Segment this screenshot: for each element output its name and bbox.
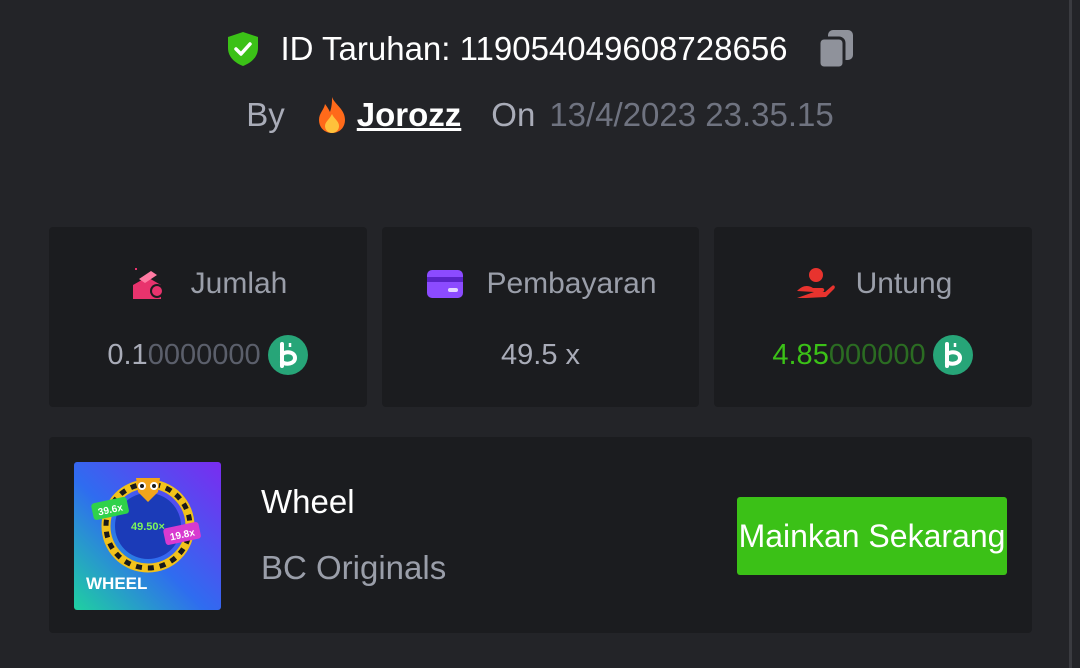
bet-timestamp: 13/4/2023 23.35.15 — [549, 96, 834, 133]
payout-label: Pembayaran — [486, 267, 657, 300]
amount-value-main: 0.1 — [107, 338, 148, 371]
profit-card: Untung 4.85 000000 — [714, 227, 1032, 407]
amount-card: Jumlah 0.1 0000000 — [49, 227, 367, 407]
amount-value: 0.1 0000000 — [49, 335, 367, 375]
verified-shield-icon — [228, 32, 259, 66]
payout-card: Pembayaran 49.5 x — [382, 227, 699, 407]
profit-hand-icon — [796, 268, 835, 298]
username-link[interactable]: Jorozz — [315, 96, 462, 134]
payout-value: 49.5 x — [501, 338, 580, 371]
profit-label: Untung — [855, 267, 953, 300]
payout-header: Pembayaran — [382, 267, 699, 301]
bet-author-row: By Jorozz On 13/4/2023 23.35.15 — [0, 92, 1080, 138]
game-name: Wheel — [261, 483, 355, 520]
profit-value-main: 4.85 — [772, 338, 829, 371]
profit-value-dim: 000000 — [828, 338, 926, 371]
thumb-title: WHEEL — [86, 574, 147, 593]
game-provider: BC Originals — [261, 549, 447, 586]
username-text: Jorozz — [356, 96, 462, 133]
amount-value-dim: 0000000 — [147, 338, 261, 371]
game-card: 49.50× 39.6x 19.8x WHEEL Wheel BC Origin… — [49, 437, 1032, 633]
play-now-button[interactable]: Mainkan Sekarang — [737, 497, 1007, 575]
thumb-center-label: 49.50× — [131, 521, 165, 533]
fire-icon — [318, 97, 345, 133]
by-label: By — [246, 96, 285, 133]
bcd-coin-icon — [932, 335, 973, 375]
wallet-card-icon — [427, 270, 464, 298]
amount-label: Jumlah — [190, 267, 288, 300]
bet-id-row: ID Taruhan: 1190540496087286​56 — [0, 26, 1080, 72]
profit-header: Untung — [714, 267, 1032, 301]
copy-icon[interactable] — [816, 27, 856, 71]
on-label: On — [491, 96, 536, 133]
bet-amount-icon — [132, 268, 164, 299]
amount-header: Jumlah — [49, 267, 367, 301]
profit-value: 4.85 000000 — [714, 335, 1032, 375]
bet-id-text: ID Taruhan: 1190540496087286​56 — [280, 30, 788, 67]
bcd-coin-icon — [267, 335, 308, 375]
wheel-game-thumbnail[interactable]: 49.50× 39.6x 19.8x WHEEL — [74, 462, 221, 610]
